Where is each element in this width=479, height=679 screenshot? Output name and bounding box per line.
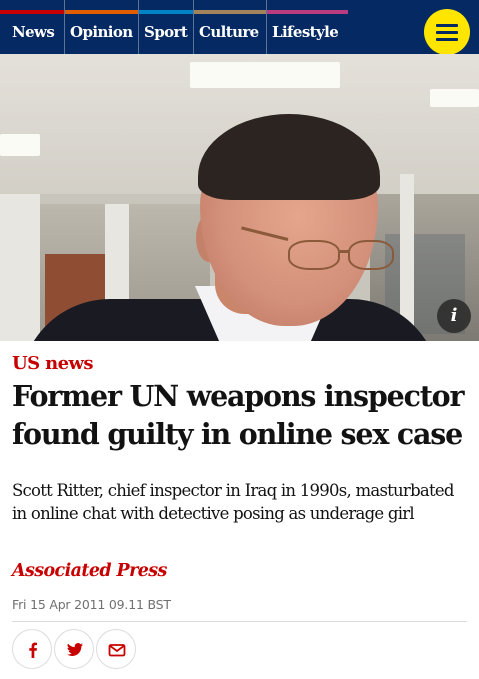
photo-glasses-lens bbox=[348, 240, 394, 270]
nav-accent-bar bbox=[65, 10, 138, 14]
nav-item-label: Lifestyle bbox=[272, 23, 339, 41]
article-main-photo bbox=[0, 54, 479, 341]
nav-item-sport[interactable]: Sport bbox=[138, 0, 193, 54]
info-icon: i bbox=[450, 305, 458, 326]
article-dateline: Fri 15 Apr 2011 09.11 BST bbox=[12, 597, 171, 612]
photo-ceiling-light bbox=[0, 134, 40, 156]
nav-accent-bar bbox=[0, 10, 64, 14]
share-facebook-button[interactable] bbox=[12, 629, 52, 669]
article-headline: Former UN weapons inspector found guilty… bbox=[12, 379, 465, 451]
article-standfirst: Scott Ritter, chief inspector in Iraq in… bbox=[12, 481, 454, 523]
photo-ceiling-light bbox=[190, 62, 340, 88]
article-byline[interactable]: Associated Press bbox=[12, 559, 167, 583]
meta-divider bbox=[12, 621, 467, 622]
nav-item-label: Opinion bbox=[70, 23, 133, 41]
photo-info-button[interactable]: i bbox=[437, 299, 471, 333]
photo-glasses-bridge bbox=[340, 250, 350, 253]
share-twitter-button[interactable] bbox=[54, 629, 94, 669]
photo-pillar bbox=[0, 194, 40, 341]
share-email-button[interactable] bbox=[96, 629, 136, 669]
section-kicker[interactable]: US news bbox=[12, 351, 94, 377]
top-navigation: News Opinion Sport Culture Lifestyle bbox=[0, 0, 479, 55]
menu-button[interactable] bbox=[424, 9, 470, 55]
nav-accent-bar bbox=[139, 10, 193, 14]
nav-item-opinion[interactable]: Opinion bbox=[64, 0, 138, 54]
nav-accent-bar bbox=[267, 10, 348, 14]
hamburger-menu-icon bbox=[436, 31, 458, 34]
hamburger-menu-icon bbox=[436, 24, 458, 27]
nav-item-culture[interactable]: Culture bbox=[193, 0, 266, 54]
photo-ceiling-light bbox=[430, 89, 479, 107]
nav-item-label: Sport bbox=[144, 23, 188, 41]
twitter-icon bbox=[67, 643, 83, 656]
nav-item-lifestyle[interactable]: Lifestyle bbox=[266, 0, 348, 54]
nav-item-label: Culture bbox=[199, 23, 259, 41]
nav-item-news[interactable]: News bbox=[0, 0, 64, 54]
nav-item-label: News bbox=[12, 23, 55, 41]
facebook-icon bbox=[29, 642, 37, 658]
hamburger-menu-icon bbox=[436, 38, 458, 41]
photo-glasses-lens bbox=[288, 240, 340, 270]
email-icon bbox=[108, 644, 126, 657]
nav-accent-bar bbox=[194, 10, 266, 14]
